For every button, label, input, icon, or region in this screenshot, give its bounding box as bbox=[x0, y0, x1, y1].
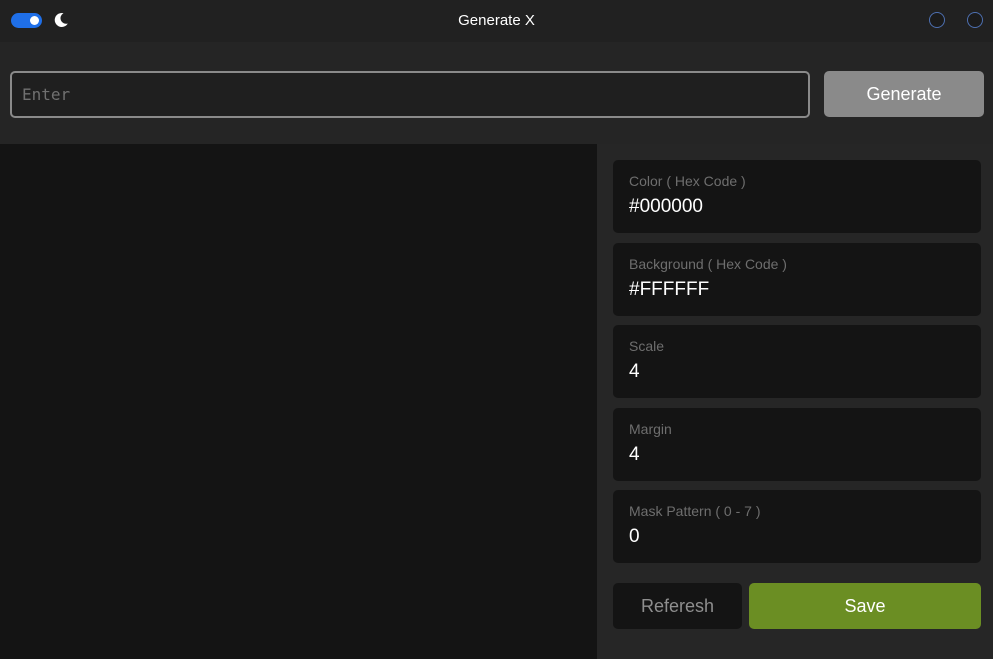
scale-value[interactable]: 4 bbox=[629, 361, 640, 383]
title-bar: Generate X bbox=[0, 0, 993, 42]
margin-label: Margin bbox=[629, 421, 672, 437]
mask-pattern-label: Mask Pattern ( 0 - 7 ) bbox=[629, 503, 761, 519]
color-label: Color ( Hex Code ) bbox=[629, 173, 746, 189]
background-value[interactable]: #FFFFFF bbox=[629, 279, 709, 301]
preview-canvas bbox=[0, 144, 597, 659]
mask-pattern-field[interactable]: Mask Pattern ( 0 - 7 ) 0 bbox=[613, 490, 981, 563]
window-title: Generate X bbox=[458, 12, 535, 29]
generate-button[interactable]: Generate bbox=[824, 71, 984, 117]
content-input[interactable] bbox=[10, 71, 810, 118]
color-field[interactable]: Color ( Hex Code ) #000000 bbox=[613, 160, 981, 233]
mask-pattern-value[interactable]: 0 bbox=[629, 526, 640, 548]
scale-field[interactable]: Scale 4 bbox=[613, 325, 981, 398]
background-label: Background ( Hex Code ) bbox=[629, 256, 787, 272]
margin-value[interactable]: 4 bbox=[629, 444, 640, 466]
color-value[interactable]: #000000 bbox=[629, 196, 703, 218]
margin-field[interactable]: Margin 4 bbox=[613, 408, 981, 481]
refresh-button[interactable]: Referesh bbox=[613, 583, 742, 629]
save-button[interactable]: Save bbox=[749, 583, 981, 629]
options-panel: Color ( Hex Code ) #000000 Background ( … bbox=[597, 144, 993, 659]
input-bar: Generate bbox=[0, 42, 993, 144]
minimize-button[interactable] bbox=[929, 12, 945, 28]
scale-label: Scale bbox=[629, 338, 665, 354]
background-field[interactable]: Background ( Hex Code ) #FFFFFF bbox=[613, 243, 981, 316]
close-button[interactable] bbox=[967, 12, 983, 28]
